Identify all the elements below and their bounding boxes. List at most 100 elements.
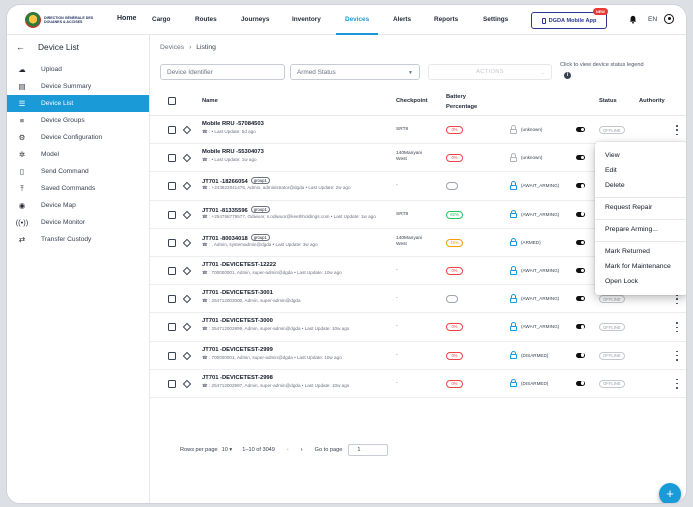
armed-state: (unknown) — [521, 155, 543, 161]
device-name[interactable]: JT701 -80034018 group1 — [202, 233, 270, 242]
sidebar-item-device-groups[interactable]: ≡ Device Groups — [7, 112, 149, 129]
nav-journeys[interactable]: Journeys — [241, 5, 269, 35]
account-icon[interactable] — [664, 14, 674, 24]
device-identifier-input[interactable]: Device Identifier — [160, 64, 285, 80]
logo[interactable]: DIRECTION GÉNÉRALE DES DOUANES & ACCISES — [25, 10, 107, 30]
sidebar-item-send-command[interactable]: ▯ Send Command — [7, 163, 149, 180]
device-name[interactable]: Mobile RRU -57084503 — [202, 121, 264, 127]
chevron-down-icon: ▼ — [408, 70, 413, 76]
logo-text: DIRECTION GÉNÉRALE DES DOUANES & ACCISES — [44, 15, 94, 24]
menu-view[interactable]: View — [605, 152, 620, 159]
menu-mark-for-maintenance[interactable]: Mark for Maintenance — [605, 263, 671, 270]
sidebar-item-model[interactable]: ✲ Model — [7, 146, 149, 163]
nav-inventory[interactable]: Inventory — [292, 5, 321, 35]
row-checkbox[interactable] — [168, 295, 176, 304]
table-row[interactable]: Mobile RRU -57084503 ☎ : • Last Update: 5… — [150, 116, 686, 145]
nav-reports[interactable]: Reports — [434, 5, 458, 35]
sidebar-item-upload[interactable]: ☁ Upload — [7, 61, 149, 78]
more-options-icon[interactable] — [675, 378, 679, 389]
toggle-switch[interactable] — [576, 183, 585, 189]
nav-alerts[interactable]: Alerts — [393, 5, 411, 35]
row-checkbox[interactable] — [168, 323, 176, 332]
device-details: ☎ : 254712002999, Admin, super-admin@dgd… — [202, 326, 350, 332]
rows-per-page-select[interactable]: 10 ▾ — [222, 447, 233, 453]
battery-badge: 0% — [446, 126, 463, 134]
armed-status-select[interactable]: Armed Status ▼ — [290, 64, 420, 80]
device-name[interactable]: JT701 -DEVICETEST-2998 — [202, 375, 273, 381]
menu-delete[interactable]: Delete — [605, 182, 625, 189]
row-context-menu: View Edit Delete Request Repair Prepare … — [595, 142, 686, 295]
header-authority[interactable]: Authority — [639, 98, 665, 104]
more-options-icon[interactable] — [675, 294, 679, 305]
more-options-icon[interactable] — [675, 125, 679, 135]
select-all-checkbox[interactable] — [168, 97, 176, 105]
row-checkbox[interactable] — [168, 351, 176, 360]
menu-edit[interactable]: Edit — [605, 167, 617, 174]
home-link[interactable]: Home — [117, 15, 136, 22]
sidebar-item-device-map[interactable]: ◉ Device Map — [7, 197, 149, 214]
nav-devices[interactable]: Devices — [335, 5, 379, 35]
device-name[interactable]: JT701 -18266054 group1 — [202, 177, 270, 185]
menu-prepare-arming[interactable]: Prepare Arming... — [605, 226, 658, 233]
row-checkbox[interactable] — [168, 266, 176, 275]
next-page-button[interactable]: › — [301, 447, 303, 453]
toggle-switch[interactable] — [576, 239, 585, 245]
device-name[interactable]: JT701 -DEVICETEST-3000 — [202, 318, 273, 324]
nav-routes[interactable]: Routes — [195, 5, 217, 35]
header-checkpoint[interactable]: Checkpoint — [396, 98, 428, 104]
toggle-switch[interactable] — [576, 155, 585, 161]
row-checkbox[interactable] — [168, 182, 176, 191]
transfer-icon: ⇄ — [18, 235, 26, 244]
sidebar-item-transfer-custody[interactable]: ⇄ Transfer Custody — [7, 231, 149, 248]
bell-icon[interactable] — [629, 15, 637, 24]
row-checkbox[interactable] — [168, 379, 176, 388]
actions-select[interactable]: ACTIONS ⌄ — [428, 64, 552, 80]
lock-icon — [510, 153, 517, 162]
header-battery[interactable]: Battery Percentage — [446, 92, 496, 112]
go-to-page-input[interactable]: 1 — [348, 444, 389, 456]
toggle-switch[interactable] — [576, 352, 585, 358]
more-options-icon[interactable] — [675, 322, 679, 333]
menu-request-repair[interactable]: Request Repair — [605, 204, 652, 211]
toggle-switch[interactable] — [576, 380, 585, 386]
toggle-switch[interactable] — [576, 296, 585, 302]
more-options-icon[interactable] — [675, 350, 679, 361]
table-row[interactable]: JT701 -DEVICETEST-3000 ☎ : 254712002999, … — [150, 313, 686, 342]
prev-page-button[interactable]: ‹ — [287, 447, 289, 453]
row-checkbox[interactable] — [168, 210, 176, 219]
nav-settings[interactable]: Settings — [483, 5, 508, 35]
sidebar-item-device-monitor[interactable]: ((•)) Device Monitor — [7, 214, 149, 231]
device-name[interactable]: JT701 -DEVICETEST-3001 — [202, 290, 273, 296]
menu-mark-returned[interactable]: Mark Returned — [605, 248, 650, 255]
table-row[interactable]: JT701 -DEVICETEST-2998 ☎ : 254712002997, … — [150, 370, 686, 398]
toggle-switch[interactable] — [576, 267, 585, 273]
nav-cargo[interactable]: Cargo — [152, 5, 170, 35]
info-icon[interactable]: i — [564, 72, 571, 79]
new-badge: NEW — [593, 8, 608, 15]
device-name[interactable]: JT701 -81335596 group1 — [202, 205, 270, 214]
add-device-button[interactable]: + — [659, 483, 681, 503]
sidebar-item-saved-commands[interactable]: ⤒ Saved Commands — [7, 180, 149, 197]
header-name[interactable]: Name — [202, 98, 218, 104]
sidebar-item-device-summary[interactable]: ▤ Device Summary — [7, 78, 149, 95]
sidebar-item-device-list[interactable]: ☰ Device List — [7, 95, 149, 112]
status-legend-note: Click to view device status legend — [560, 62, 644, 68]
language-selector[interactable]: EN — [648, 16, 657, 23]
breadcrumb-devices[interactable]: Devices — [160, 44, 184, 51]
header-status[interactable]: Status — [599, 98, 617, 104]
row-checkbox[interactable] — [168, 238, 176, 247]
toggle-switch[interactable] — [576, 324, 585, 330]
device-name[interactable]: JT701 -DEVICETEST-2999 — [202, 347, 273, 353]
device-name[interactable]: JT701 -DEVICETEST-12222 — [202, 262, 276, 268]
row-checkbox[interactable] — [168, 126, 176, 134]
table-row[interactable]: JT701 -DEVICETEST-2999 ☎ : 700000001, Adm… — [150, 342, 686, 370]
back-arrow-icon[interactable]: ← — [16, 42, 30, 52]
toggle-switch[interactable] — [576, 127, 585, 132]
toggle-switch[interactable] — [576, 211, 585, 217]
row-checkbox[interactable] — [168, 154, 176, 163]
device-name[interactable]: Mobile RRU -55304073 — [202, 149, 264, 155]
sidebar-item-device-configuration[interactable]: ⚙ Device Configuration — [7, 129, 149, 146]
device-details: ☎ : • Last Update: 5d ago — [202, 129, 256, 134]
device-details: ☎ : +243822041476, Admin, administrator@… — [202, 185, 351, 191]
menu-open-lock[interactable]: Open Lock — [605, 278, 638, 285]
